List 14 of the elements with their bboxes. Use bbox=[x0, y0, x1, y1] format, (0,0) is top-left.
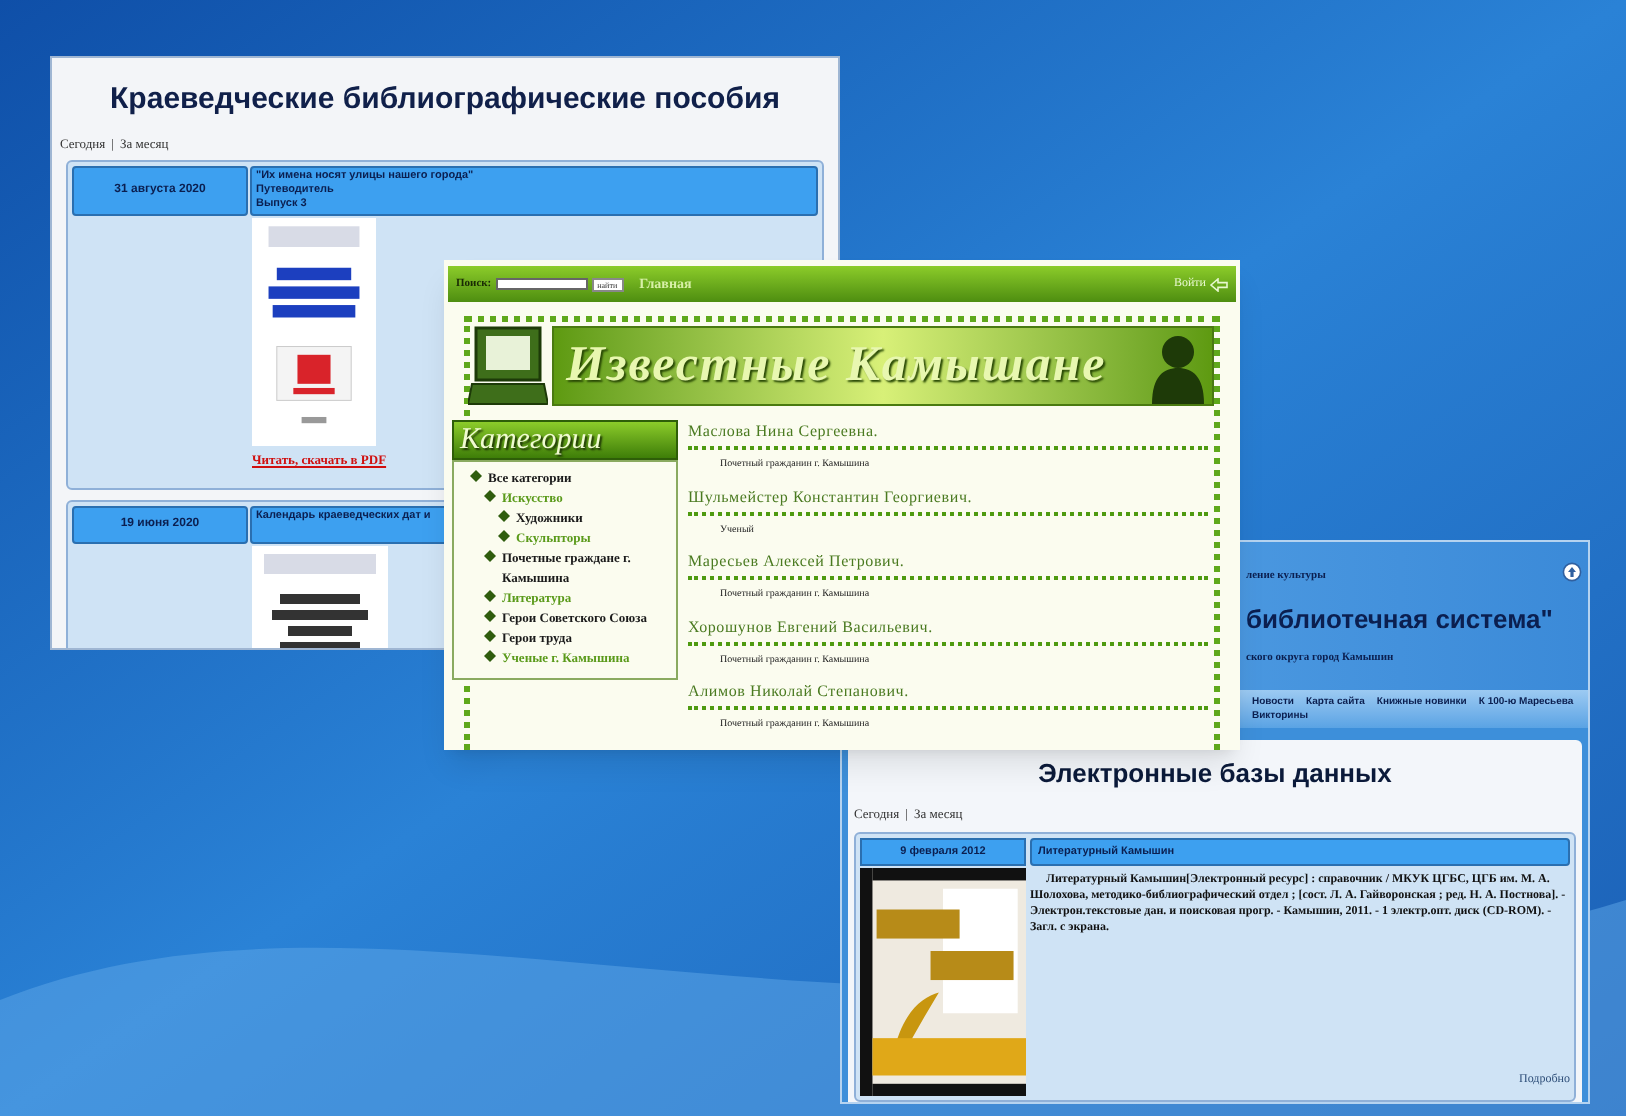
page-title: Краеведческие библиографические пособия bbox=[108, 80, 782, 120]
login-arrow-icon[interactable] bbox=[1210, 277, 1228, 291]
categories-title: Категории bbox=[460, 421, 602, 460]
person-name[interactable]: Алимов Николай Степанович. bbox=[688, 680, 1208, 704]
circle-arrow-icon[interactable] bbox=[1562, 562, 1582, 582]
page-title: Электронные базы данных bbox=[1036, 756, 1394, 793]
banner-title: Известные Камышане bbox=[566, 336, 1107, 397]
search-field[interactable] bbox=[495, 278, 588, 290]
computer-icon bbox=[468, 324, 548, 408]
person-name[interactable]: Маслова Нина Сергеевна. bbox=[688, 420, 1208, 444]
person-name[interactable]: Маресьев Алексей Петрович. bbox=[688, 550, 1208, 574]
person-name[interactable]: Шульмейстер Константин Георгиевич. bbox=[688, 485, 1208, 509]
system-name: библиотечная система" bbox=[1246, 602, 1553, 639]
person-name[interactable]: Хорошунов Евгений Васильевич. bbox=[688, 615, 1208, 639]
